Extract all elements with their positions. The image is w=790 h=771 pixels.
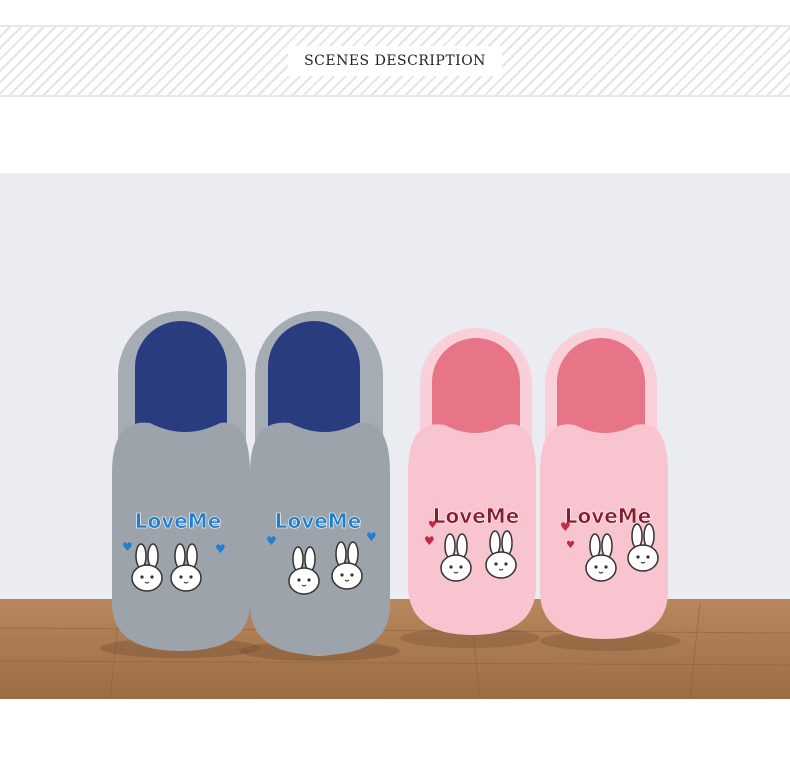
- svg-text:♥: ♥: [560, 520, 571, 534]
- slippers-scene: LoveMe ♥ ♥ LoveMe ♥ ♥ LoveMe ♥ ♥ LoveMe …: [0, 173, 790, 699]
- product-photo: LoveMe ♥ ♥ LoveMe ♥ ♥ LoveMe ♥ ♥ LoveMe …: [0, 173, 790, 699]
- pink-slipper-left: LoveMe ♥ ♥: [408, 328, 536, 635]
- gray-slipper-right: LoveMe ♥ ♥: [250, 311, 390, 656]
- svg-text:LoveMe: LoveMe: [433, 504, 520, 528]
- pink-slipper-right: LoveMe ♥ ♥: [540, 328, 668, 639]
- svg-text:♥: ♥: [366, 530, 377, 544]
- svg-text:♥: ♥: [215, 542, 226, 556]
- svg-text:♥: ♥: [266, 534, 277, 548]
- section-banner: SCENES DESCRIPTION: [0, 25, 790, 97]
- svg-text:♥: ♥: [428, 520, 437, 531]
- gray-slipper-left: LoveMe ♥ ♥: [112, 311, 250, 651]
- svg-text:LoveMe: LoveMe: [135, 509, 222, 533]
- svg-text:♥: ♥: [424, 534, 435, 548]
- svg-text:LoveMe: LoveMe: [275, 509, 362, 533]
- svg-text:♥: ♥: [566, 540, 575, 551]
- section-title: SCENES DESCRIPTION: [288, 46, 502, 76]
- svg-text:♥: ♥: [122, 540, 133, 554]
